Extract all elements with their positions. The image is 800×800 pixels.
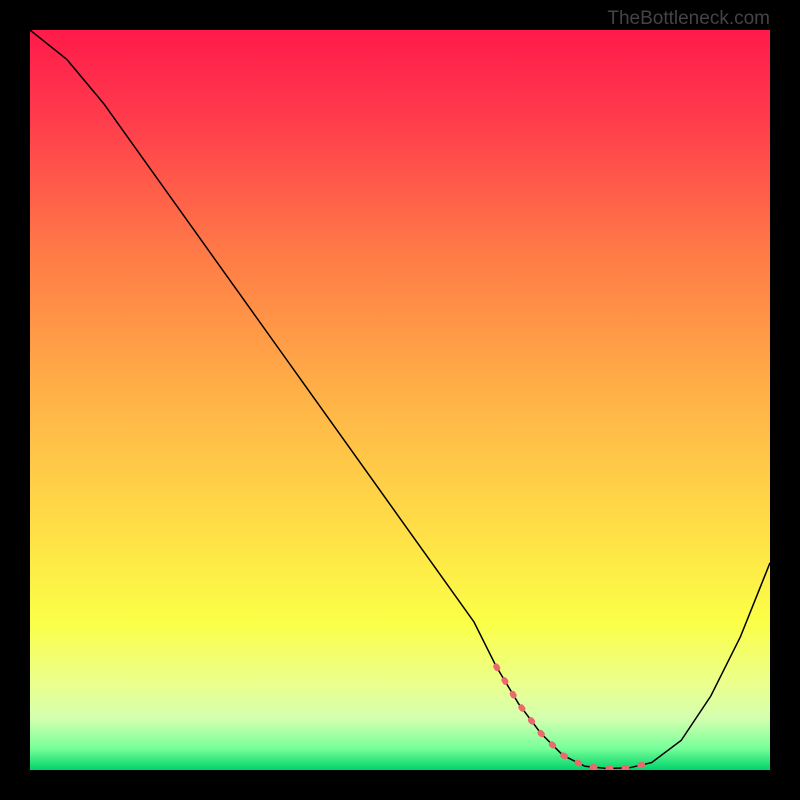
- watermark-text: TheBottleneck.com: [607, 8, 770, 30]
- optimal-range-marker: [496, 666, 651, 768]
- plot-area: [30, 30, 770, 770]
- chart-container: TheBottleneck.com: [0, 0, 800, 800]
- bottleneck-curve: [30, 30, 770, 769]
- curve-layer: [30, 30, 770, 770]
